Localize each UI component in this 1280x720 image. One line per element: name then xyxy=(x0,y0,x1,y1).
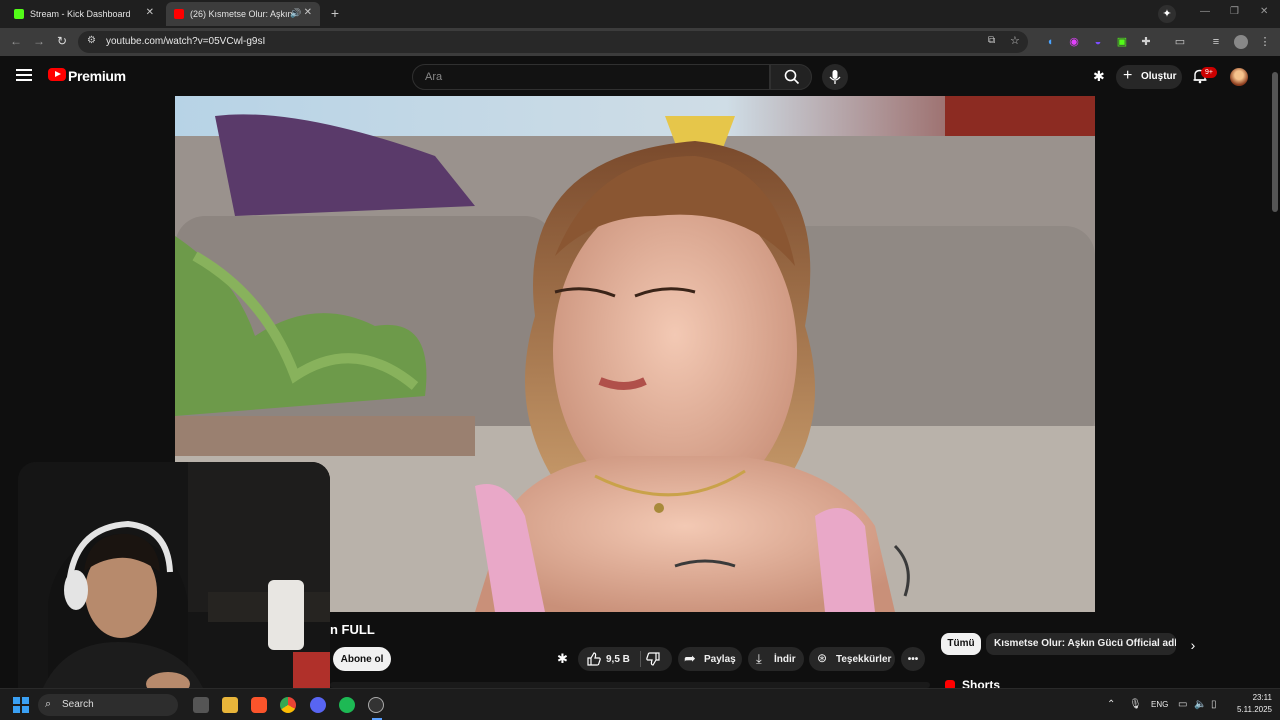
chip-channel-uploads[interactable]: Kısmetse Olur: Aşkın Gücü Official adlı … xyxy=(986,633,1176,655)
hamburger-menu-icon[interactable] xyxy=(16,69,32,81)
youtube-logo-icon[interactable] xyxy=(48,68,66,81)
download-icon: ⤓ xyxy=(756,651,762,666)
profile-icon[interactable] xyxy=(1234,35,1248,49)
notification-count-badge: 9+ xyxy=(1201,67,1217,78)
plus-icon: + xyxy=(1123,67,1133,84)
tab-title: (26) Kısmetse Olur: Aşkın G xyxy=(190,9,294,19)
back-arrow-icon[interactable]: ← xyxy=(10,34,22,48)
like-dislike-group: 9,5 B xyxy=(578,647,672,671)
search-input[interactable]: Ara xyxy=(412,64,770,90)
scrollbar-thumb[interactable] xyxy=(1272,72,1278,212)
more-actions-button[interactable]: ••• xyxy=(901,647,925,671)
premium-jump-icon[interactable]: ✱ xyxy=(557,651,568,667)
premium-logo-text[interactable]: Premium xyxy=(68,68,126,84)
thanks-button[interactable]: ⊛ Teşekkürler xyxy=(809,647,895,671)
thumbs-up-icon[interactable] xyxy=(587,652,601,666)
language-indicator[interactable]: ENG xyxy=(1151,700,1168,709)
close-tab-icon[interactable]: ✕ xyxy=(304,7,312,18)
discord-icon[interactable] xyxy=(310,697,326,713)
battery-icon[interactable]: ▯ xyxy=(1211,699,1217,710)
youtube-favicon-icon xyxy=(174,9,184,19)
like-count[interactable]: 9,5 B xyxy=(606,654,630,665)
taskbar-search[interactable]: ⌕ Search xyxy=(38,694,178,716)
url-text: youtube.com/watch?v=05VCwl-g9sI xyxy=(106,36,266,47)
search-placeholder: Ara xyxy=(425,71,443,83)
webcam-feed xyxy=(18,462,330,700)
chrome-icon[interactable] xyxy=(280,697,296,713)
close-window-icon[interactable]: ✕ xyxy=(1260,6,1268,17)
video-title: n FULL xyxy=(330,622,375,637)
chevron-right-icon[interactable]: › xyxy=(1184,636,1202,654)
thumbs-down-icon[interactable] xyxy=(646,652,660,666)
sparkle-icon[interactable]: ✦ xyxy=(1158,5,1176,23)
browser-tab-bar: Stream - Kick Dashboard ✕ (26) Kısmetse … xyxy=(0,0,1280,28)
windows-start-icon[interactable] xyxy=(13,697,29,713)
search-icon xyxy=(784,69,800,85)
thanks-label: Teşekkürler xyxy=(836,654,892,665)
voice-search-button[interactable] xyxy=(822,64,848,90)
microphone-icon xyxy=(829,70,841,84)
volume-icon[interactable]: 🔈 xyxy=(1194,699,1206,710)
kick-favicon-icon xyxy=(14,9,24,19)
tab-kick-dashboard[interactable]: Stream - Kick Dashboard ✕ xyxy=(6,2,162,26)
obs-icon[interactable] xyxy=(368,697,384,713)
forward-arrow-icon[interactable]: → xyxy=(33,34,45,48)
address-bar[interactable]: ⚙ youtube.com/watch?v=05VCwl-g9sI ⧉ ☆ xyxy=(78,31,1028,53)
file-explorer-icon[interactable] xyxy=(222,697,238,713)
clock-time[interactable]: 23:11 xyxy=(1236,693,1272,702)
sidebar-icon[interactable]: ▭ xyxy=(1173,35,1187,49)
microphone-icon[interactable]: 🎙 xyxy=(1129,699,1142,710)
bookmark-star-icon[interactable]: ☆ xyxy=(1010,34,1020,47)
kebab-menu-icon[interactable]: ⋮ xyxy=(1258,35,1272,49)
youtube-header: Premium Ara ✱ + Oluştur xyxy=(0,56,1270,96)
subscribe-label: Abone ol xyxy=(340,653,384,665)
download-label: İndir xyxy=(774,654,796,665)
audio-playing-icon[interactable]: 🔊 xyxy=(290,8,301,19)
create-label: Oluştur xyxy=(1141,71,1177,82)
search-icon: ⌕ xyxy=(45,698,52,710)
extension-icon[interactable]: ◖ xyxy=(1043,35,1057,49)
super-thanks-icon: ⊛ xyxy=(817,651,828,665)
more-dots-icon: ••• xyxy=(907,653,919,665)
brave-browser-icon[interactable] xyxy=(251,697,267,713)
taskbar-search-label: Search xyxy=(62,699,94,710)
tab-youtube-video[interactable]: (26) Kısmetse Olur: Aşkın G 🔊 ✕ xyxy=(166,2,320,26)
premium-badge-icon[interactable]: ✱ xyxy=(1093,68,1105,85)
tray-chevron-up-icon[interactable]: ⌃ xyxy=(1107,699,1115,710)
browser-toolbar: ← → ↻ ⚙ youtube.com/watch?v=05VCwl-g9sI … xyxy=(0,28,1280,56)
cast-icon[interactable]: ⧉ xyxy=(988,35,995,46)
reload-icon[interactable]: ↻ xyxy=(57,34,67,48)
minimize-icon[interactable]: — xyxy=(1200,6,1210,17)
clock-date[interactable]: 5.11.2025 xyxy=(1230,705,1272,714)
puzzle-icon[interactable]: ✚ xyxy=(1139,35,1153,49)
extension-icon[interactable]: ◉ xyxy=(1067,35,1081,49)
webcam-overlay xyxy=(18,462,330,700)
chip-all[interactable]: Tümü xyxy=(941,633,981,655)
restore-icon[interactable]: ❐ xyxy=(1230,6,1239,17)
subscribe-button[interactable]: Abone ol xyxy=(333,647,391,671)
reading-list-icon[interactable]: ≡ xyxy=(1209,35,1223,49)
close-tab-icon[interactable]: ✕ xyxy=(146,7,154,18)
new-tab-button[interactable]: + xyxy=(326,4,344,22)
task-view-icon[interactable] xyxy=(193,697,209,713)
tab-title: Stream - Kick Dashboard xyxy=(30,9,131,19)
share-label: Paylaş xyxy=(704,654,736,665)
windows-taskbar: ⌕ Search ⌃ 🎙 ENG ▭ 🔈 ▯ 23:11 5.11.2025 xyxy=(0,688,1280,720)
account-avatar[interactable] xyxy=(1230,68,1248,86)
share-arrow-icon: ➦ xyxy=(684,650,696,666)
extension-icon[interactable]: ◒ xyxy=(1091,35,1105,49)
site-info-icon[interactable]: ⚙ xyxy=(87,35,96,46)
network-icon[interactable]: ▭ xyxy=(1178,699,1187,710)
search-button[interactable] xyxy=(770,64,812,90)
create-button[interactable]: + Oluştur xyxy=(1116,65,1182,89)
share-button[interactable]: ➦ Paylaş xyxy=(678,647,742,671)
extension-icon[interactable]: ▣ xyxy=(1115,35,1129,49)
like-divider xyxy=(640,651,641,667)
download-button[interactable]: ⤓ İndir xyxy=(748,647,804,671)
spotify-icon[interactable] xyxy=(339,697,355,713)
